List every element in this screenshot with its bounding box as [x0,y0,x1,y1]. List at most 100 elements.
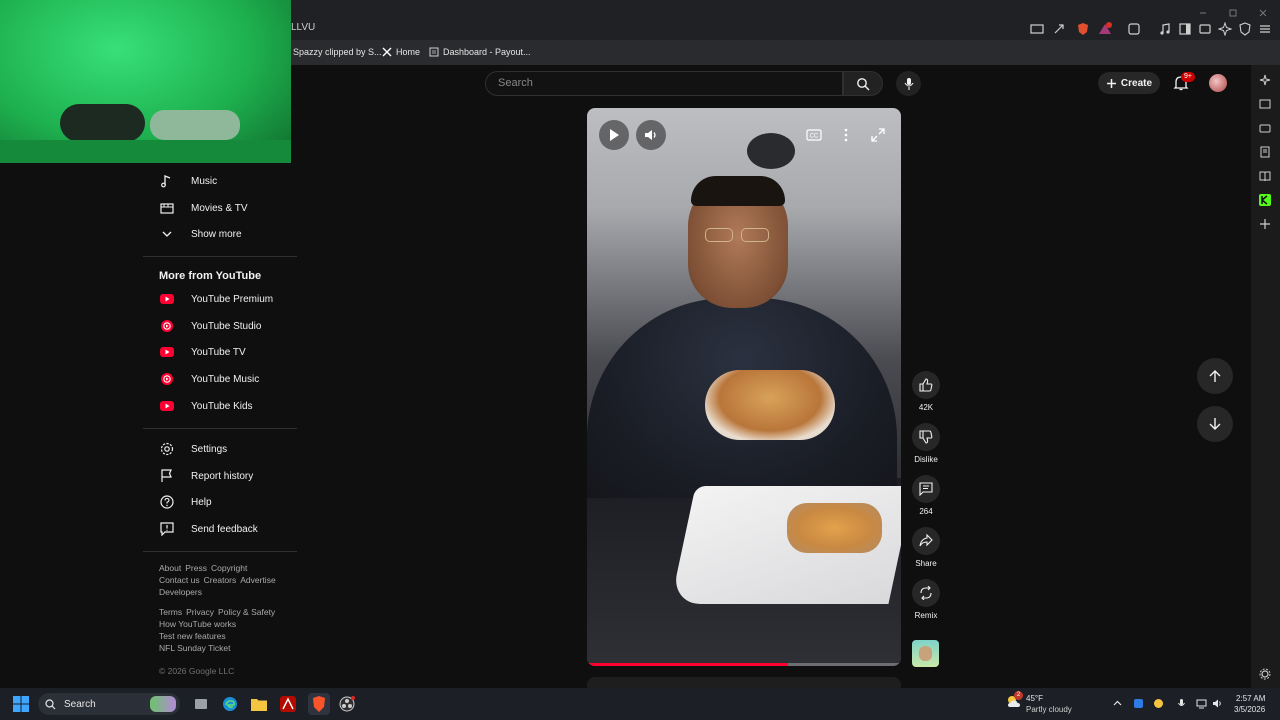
search-input[interactable] [498,77,818,89]
remix-button[interactable] [912,579,940,607]
share-page-icon[interactable] [1052,22,1066,36]
tabs-rail-icon[interactable] [1259,98,1271,110]
brave-shields-icon[interactable] [1076,22,1090,36]
sidebar-item-help[interactable]: Help [143,489,297,515]
sound-thumbnail[interactable] [912,640,939,667]
remix-action[interactable]: Remix [911,579,941,620]
window-controls-icon[interactable] [1196,9,1276,17]
brave-taskbar-button[interactable] [308,693,330,715]
next-short-button[interactable] [1197,406,1233,442]
share-button[interactable] [912,527,940,555]
bookmarks-rail-icon[interactable] [1259,146,1271,158]
menu-icon[interactable] [1258,22,1272,36]
footer-link-terms[interactable]: Terms [159,607,182,617]
brave-rewards-icon[interactable] [1098,22,1112,36]
footer-link-developers[interactable]: Developers [159,587,202,597]
file-explorer-button[interactable] [250,695,268,713]
next-short-preview[interactable] [587,677,901,688]
sidebar-toggle-icon[interactable] [1178,22,1192,36]
shorts-video-player[interactable]: CC [587,108,901,666]
footer-link-test-new-features[interactable]: Test new features [159,631,226,641]
task-view-button[interactable] [192,695,210,713]
sidebar-item-music[interactable]: Music [143,168,297,194]
sidebar-item-report-history[interactable]: Report history [143,463,297,489]
dislike-button[interactable] [912,423,940,451]
start-button[interactable] [12,695,30,713]
sidebar-item-send-feedback[interactable]: Send feedback [143,516,297,542]
sidebar-show-more[interactable]: Show more [143,221,297,247]
acrobat-button[interactable] [279,695,297,713]
footer-link-about[interactable]: About [159,563,181,573]
bookmark-item[interactable]: Home [382,45,420,59]
media-control-icon[interactable] [1158,22,1172,36]
play-button[interactable] [599,120,629,150]
captions-button[interactable]: CC [805,126,823,144]
kick-extension-icon[interactable] [1259,194,1271,206]
volume-button[interactable] [636,120,666,150]
sidebar-item-youtube-kids[interactable]: YouTube Kids [143,393,297,419]
create-button[interactable]: Create [1098,72,1160,94]
bookmark-item[interactable]: Dashboard - Payout... [429,45,531,59]
tray-norton-icon[interactable] [1153,698,1164,709]
obs-button[interactable] [338,695,356,713]
volume-tray-icon[interactable] [1212,698,1223,709]
sidebar-item-label: Send feedback [191,523,258,535]
sidebar-item-youtube-studio[interactable]: YouTube Studio [143,313,297,339]
rail-settings-icon[interactable] [1259,668,1271,680]
comments-action[interactable]: 264 [911,475,941,516]
sidebar-item-movies-tv[interactable]: Movies & TV [143,195,297,221]
vpn-icon[interactable] [1238,22,1252,36]
footer-link-creators[interactable]: Creators [204,575,237,585]
video-progress-track[interactable] [587,663,901,666]
footer-link-copyright[interactable]: Copyright [211,563,247,573]
clock-date[interactable]: 3/5/2026 [1234,705,1265,714]
tab-search-icon[interactable] [1127,22,1141,36]
weather-widget[interactable]: 2 [1005,691,1023,711]
show-hidden-icons-chevron-icon[interactable] [1112,698,1123,709]
tray-microphone-icon[interactable] [1176,698,1187,709]
cast-icon[interactable] [1030,22,1044,36]
thumbs-down-icon [919,430,933,444]
add-panel-icon[interactable] [1259,218,1271,230]
wallet-rail-icon[interactable] [1259,122,1271,134]
microphone-icon [904,77,913,90]
dislike-action[interactable]: Dislike [911,423,941,464]
footer-link-policy-safety[interactable]: Policy & Safety [218,607,275,617]
footer-link-press[interactable]: Press [185,563,207,573]
network-icon[interactable] [1196,698,1207,709]
share-action[interactable]: Share [911,527,941,568]
voice-search-button[interactable] [896,71,921,96]
footer-link-nfl-sunday-ticket[interactable]: NFL Sunday Ticket [159,643,231,653]
account-avatar[interactable] [1209,74,1227,92]
footer-link-contact[interactable]: Contact us [159,575,200,585]
search-button[interactable] [843,71,883,96]
footer-link-privacy[interactable]: Privacy [186,607,214,617]
like-button[interactable] [912,371,940,399]
edge-button[interactable] [221,695,239,713]
folder-icon [251,699,267,711]
sidebar-item-settings[interactable]: Settings [143,436,297,462]
sidebar-item-youtube-tv[interactable]: YouTube TV [143,339,297,365]
clock-time[interactable]: 2:57 AM [1236,694,1265,703]
bookmark-item[interactable]: Spazzy clipped by S... [293,45,382,59]
fullscreen-button[interactable] [869,126,887,144]
youtube-kids-icon [160,401,174,411]
footer-link-advertise[interactable]: Advertise [240,575,275,585]
more-options-button[interactable] [837,126,855,144]
search-bar[interactable] [485,71,843,96]
feedback-icon [160,522,174,536]
tab-title[interactable]: LLVU [291,22,315,33]
leo-rail-icon[interactable] [1259,74,1271,86]
leo-ai-icon[interactable] [1218,22,1232,36]
footer-link-how-youtube-works[interactable]: How YouTube works [159,619,236,629]
wallet-icon[interactable] [1198,22,1212,36]
window-controls[interactable] [1196,4,1276,17]
comments-button[interactable] [912,475,940,503]
reading-list-icon[interactable] [1259,170,1271,182]
like-action[interactable]: 42K [911,371,941,412]
tray-app-icon[interactable] [1133,698,1144,709]
sidebar-item-youtube-music[interactable]: YouTube Music [143,366,297,392]
previous-short-button[interactable] [1197,358,1233,394]
taskbar-search[interactable]: Search [38,693,180,715]
sidebar-item-youtube-premium[interactable]: YouTube Premium [143,286,297,312]
